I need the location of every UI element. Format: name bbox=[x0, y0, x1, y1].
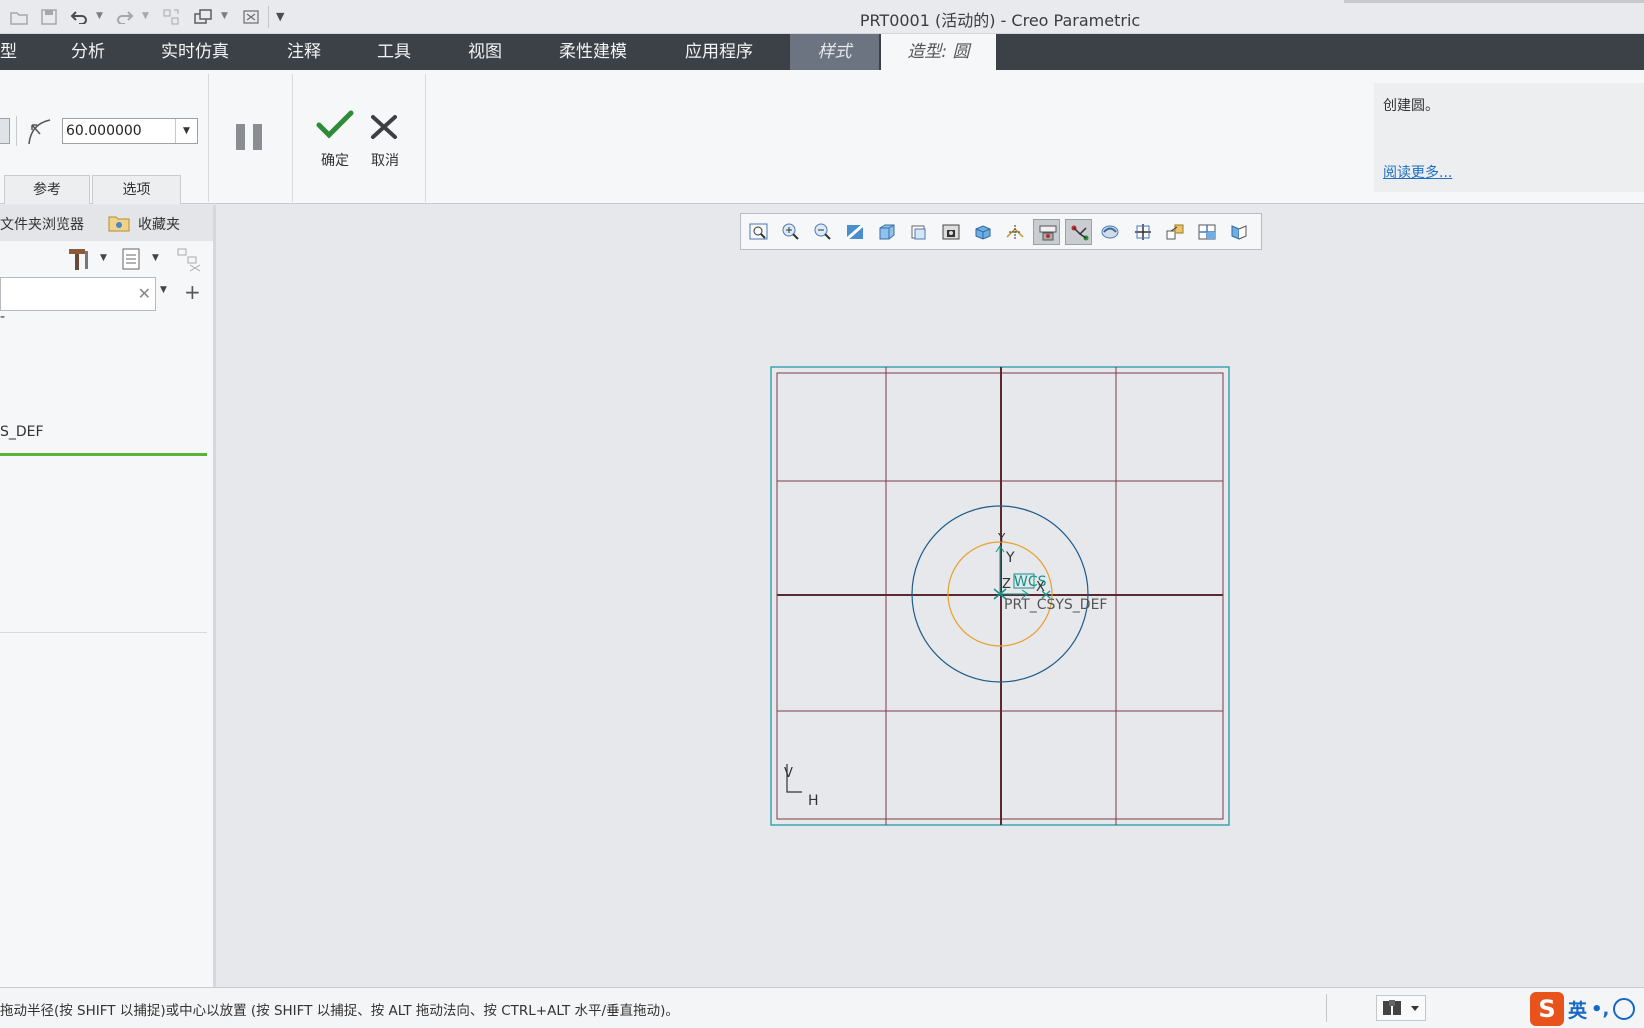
tab-model[interactable]: 型 bbox=[0, 34, 22, 70]
radius-icon bbox=[26, 116, 54, 150]
csys-y-label: Y bbox=[1005, 550, 1015, 566]
pause-icon[interactable] bbox=[234, 122, 266, 156]
subtab-options[interactable]: 选项 bbox=[92, 175, 181, 204]
saved-orientations-icon[interactable] bbox=[905, 219, 932, 245]
show-list-icon[interactable] bbox=[120, 247, 144, 275]
zoom-out-icon[interactable] bbox=[809, 219, 836, 245]
radius-input[interactable] bbox=[63, 119, 175, 143]
tree-item[interactable]: - bbox=[0, 309, 5, 325]
message-panel: 创建圆。 阅读更多... bbox=[1374, 83, 1644, 192]
dashboard-divider bbox=[16, 116, 17, 146]
ime-indicator[interactable]: S 英 •, bbox=[1530, 990, 1644, 1028]
navigator-tabs: 文件夹浏览器 收藏夹 bbox=[0, 205, 213, 241]
csys-z-label: Z bbox=[1002, 577, 1011, 592]
status-bar: 拖动半径(按 SHIFT 以捕捉)或中心以放置 (按 SHIFT 以捕捉、按 A… bbox=[0, 987, 1644, 1028]
ok-button-label[interactable]: 确定 bbox=[316, 150, 354, 170]
planar-section-icon[interactable] bbox=[1225, 219, 1252, 245]
radius-input-combo[interactable]: ▼ bbox=[62, 118, 198, 144]
tab-applications[interactable]: 应用程序 bbox=[676, 34, 762, 70]
tab-analysis[interactable]: 分析 bbox=[62, 34, 114, 70]
tab-style-circle[interactable]: 造型: 圆 bbox=[881, 34, 996, 70]
clear-search-icon[interactable]: ✕ bbox=[138, 284, 151, 303]
selection-filter-button[interactable] bbox=[1376, 995, 1426, 1021]
window-title: PRT0001 (活动的) - Creo Parametric bbox=[859, 11, 1141, 30]
search-field[interactable]: ✕ bbox=[0, 277, 156, 311]
tab-live-simulation[interactable]: 实时仿真 bbox=[152, 34, 238, 70]
settings-dropdown-icon[interactable]: ▼ bbox=[100, 253, 107, 263]
status-message: 拖动半径(按 SHIFT 以捕捉)或中心以放置 (按 SHIFT 以捕捉、按 A… bbox=[0, 1003, 679, 1019]
subtab-references[interactable]: 参考 bbox=[4, 175, 90, 204]
settings-hammer-icon[interactable] bbox=[66, 247, 92, 275]
tab-view[interactable]: 视图 bbox=[459, 34, 511, 70]
refit-icon[interactable] bbox=[745, 219, 772, 245]
repaint-icon[interactable] bbox=[841, 219, 868, 245]
tree-divider bbox=[0, 632, 207, 633]
sketch-h-label: H bbox=[808, 793, 819, 809]
y-axis-label: Y bbox=[997, 531, 1006, 545]
message-text: 创建圆。 bbox=[1383, 98, 1439, 114]
ime-emoji-icon[interactable] bbox=[1613, 998, 1636, 1020]
sketch-grid-canvas[interactable]: Y Y Z WCS X PRT_CSYS_DEF V H bbox=[770, 366, 1230, 826]
tree-filter-icon[interactable] bbox=[176, 247, 202, 277]
annotation-display-icon[interactable] bbox=[1065, 219, 1092, 245]
view-manager-icon[interactable] bbox=[937, 219, 964, 245]
tab-annotate[interactable]: 注释 bbox=[278, 34, 330, 70]
csys-name-label: PRT_CSYS_DEF bbox=[1004, 597, 1107, 613]
grid-display-icon[interactable] bbox=[1129, 219, 1156, 245]
reference-display-icon[interactable] bbox=[1161, 219, 1188, 245]
read-more-link[interactable]: 阅读更多... bbox=[1383, 162, 1452, 182]
navigator-panel: 文件夹浏览器 收藏夹 ▼ ▼ ✕ ▼ + - S_DEF bbox=[0, 205, 216, 987]
favorites-icon bbox=[108, 214, 130, 236]
title-bar: ▼ ▼ ▼ ▼ PRT0001 (活动的) - Creo Parametric bbox=[0, 0, 1644, 34]
ribbon-separator bbox=[208, 74, 209, 202]
insert-indicator bbox=[0, 453, 207, 456]
cancel-button-label[interactable]: 取消 bbox=[364, 150, 406, 170]
tab-style[interactable]: 样式 bbox=[790, 34, 879, 70]
ime-logo-icon[interactable]: S bbox=[1530, 992, 1564, 1026]
csys-x-label: X bbox=[1036, 580, 1045, 595]
ribbon-separator bbox=[425, 74, 426, 202]
search-input[interactable] bbox=[1, 278, 131, 310]
ime-language-toggle[interactable]: 英 bbox=[1568, 996, 1587, 1023]
add-icon[interactable]: + bbox=[184, 280, 201, 304]
tab-tools[interactable]: 工具 bbox=[368, 34, 420, 70]
tree-item-csys[interactable]: S_DEF bbox=[0, 424, 44, 440]
perspective-view-icon[interactable] bbox=[969, 219, 996, 245]
appearance-icon[interactable] bbox=[1097, 219, 1124, 245]
display-style-icon[interactable] bbox=[873, 219, 900, 245]
title-corner-decoration bbox=[1344, 0, 1644, 3]
sketch-v-label: V bbox=[784, 766, 793, 781]
split-view-icon[interactable] bbox=[1193, 219, 1220, 245]
ime-punctuation-toggle[interactable]: •, bbox=[1591, 999, 1609, 1020]
tab-flexible-modeling[interactable]: 柔性建模 bbox=[550, 34, 636, 70]
tab-folder-browser[interactable]: 文件夹浏览器 bbox=[0, 214, 84, 234]
search-dropdown-icon[interactable]: ▼ bbox=[160, 285, 167, 295]
ribbon-tab-bar: 型 分析 实时仿真 注释 工具 视图 柔性建模 应用程序 样式 造型: 圆 bbox=[0, 34, 1644, 70]
in-graphics-toolbar bbox=[740, 213, 1262, 250]
partial-tool-button[interactable] bbox=[0, 118, 10, 144]
title-wrap: PRT0001 (活动的) - Creo Parametric bbox=[0, 0, 1644, 34]
cancel-x-icon[interactable] bbox=[370, 114, 398, 144]
spin-center-icon[interactable] bbox=[1033, 219, 1060, 245]
show-dropdown-icon[interactable]: ▼ bbox=[152, 253, 159, 263]
status-separator bbox=[1326, 994, 1327, 1022]
radius-dropdown-icon[interactable]: ▼ bbox=[175, 119, 197, 143]
tab-favorites[interactable]: 收藏夹 bbox=[138, 214, 180, 234]
ribbon-separator bbox=[292, 74, 293, 202]
ok-checkmark-icon[interactable] bbox=[316, 110, 354, 144]
datum-display-icon[interactable] bbox=[1001, 219, 1028, 245]
zoom-in-icon[interactable] bbox=[777, 219, 804, 245]
